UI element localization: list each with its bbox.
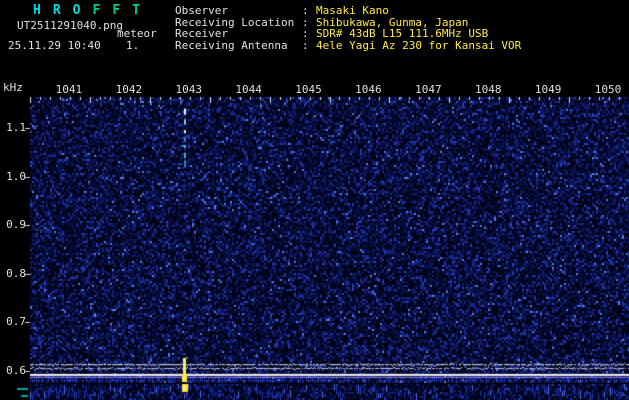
- info-colon: :: [302, 4, 316, 17]
- info-value: Masaki Kano: [316, 4, 389, 17]
- app-logo: HROFFT: [33, 4, 140, 18]
- y-tick-label: 0.9: [6, 218, 26, 231]
- info-row: Receiving Antenna: 4ele Yagi Az 230 for …: [175, 40, 521, 52]
- hrofft-window: HROFFT UT2511291040.png meteor 25.11.29 …: [0, 0, 629, 400]
- spectrogram-canvas: [0, 0, 629, 400]
- y-tick-label: 0.8: [6, 266, 26, 280]
- observation-datetime: 25.11.29 10:40: [8, 39, 101, 52]
- x-tick-label: 1047: [415, 83, 442, 96]
- x-tick-label: 1049: [534, 83, 562, 96]
- logo-letter: H: [33, 3, 41, 18]
- y-axis-unit: kHz: [3, 81, 23, 94]
- info-value: 4ele Yagi Az 230 for Kansai VOR: [316, 38, 522, 52]
- logo-letter: F: [92, 3, 101, 18]
- output-filename: UT2511291040.png: [17, 19, 123, 32]
- info-colon: :: [302, 38, 316, 52]
- x-tick-label: 1045: [295, 83, 322, 96]
- x-tick-label: 1044: [235, 83, 262, 96]
- y-tick-label: 0.7: [6, 315, 26, 328]
- info-label: Observer: [175, 4, 228, 17]
- y-tick-label: 1.0: [6, 169, 26, 183]
- y-tick-label: 1.1: [6, 121, 26, 134]
- logo-letter: T: [132, 3, 140, 18]
- info-label: Receiving Antenna: [175, 38, 288, 52]
- logo-letter: F: [112, 3, 121, 18]
- x-tick-label: 1042: [115, 83, 143, 96]
- logo-letter: O: [72, 3, 81, 18]
- x-tick-label: 1050: [594, 83, 622, 96]
- y-tick-label: 0.6: [6, 363, 26, 377]
- page-counter: 1.: [126, 39, 140, 52]
- x-tick-label: 1046: [355, 83, 382, 96]
- x-tick-label: 1043: [175, 83, 202, 96]
- logo-letter: R: [52, 3, 61, 18]
- x-tick-label: 1041: [55, 83, 83, 96]
- observation-info: Observer: Masaki Kano Receiving Location:…: [175, 5, 521, 51]
- info-row: Observer: Masaki Kano: [175, 5, 521, 17]
- x-tick-label: 1048: [474, 83, 502, 96]
